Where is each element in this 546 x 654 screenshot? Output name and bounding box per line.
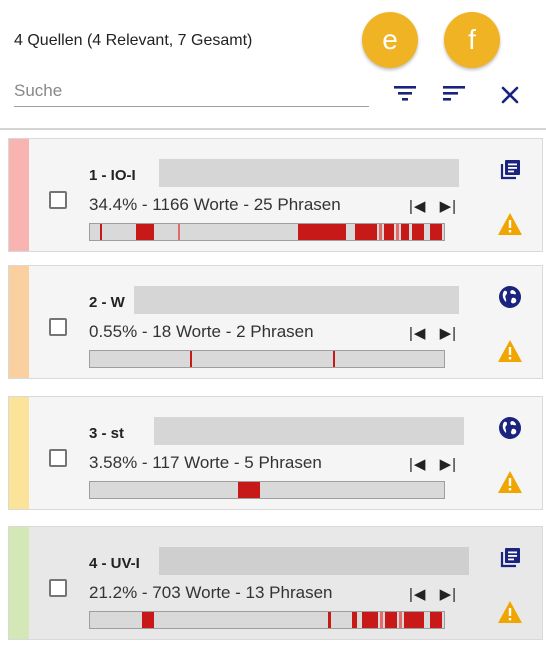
- next-match-button[interactable]: ▶|: [440, 456, 457, 473]
- match-segment: [100, 224, 102, 240]
- source-stats: 3.58% - 117 Worte - 5 Phrasen: [89, 453, 322, 472]
- match-segment: [384, 224, 394, 240]
- source-card-2[interactable]: 2 - W 0.55% - 18 Worte - 2 Phrasen |◀ ▶|: [8, 265, 543, 379]
- filter-icon[interactable]: [392, 80, 418, 106]
- next-match-button[interactable]: ▶|: [440, 198, 457, 215]
- match-segment: [142, 612, 154, 628]
- match-navigation: |◀ ▶|: [409, 585, 457, 603]
- source-card-3[interactable]: 3 - st 3.58% - 117 Worte - 5 Phrasen |◀ …: [8, 396, 543, 510]
- callout-badge-e: e: [362, 12, 418, 68]
- source-card-1[interactable]: 1 - IO-I 34.4% - 1166 Worte - 25 Phrasen…: [8, 138, 543, 252]
- match-distribution-bar[interactable]: [89, 481, 445, 499]
- globe-icon[interactable]: [497, 284, 523, 310]
- match-segment: [401, 224, 409, 240]
- previous-match-button[interactable]: |◀: [409, 325, 426, 342]
- source-checkbox[interactable]: [49, 579, 67, 597]
- match-segment: [238, 482, 260, 498]
- document-stack-icon[interactable]: [497, 157, 523, 183]
- match-segment: [178, 224, 180, 240]
- match-segment: [333, 351, 335, 367]
- match-segment: [328, 612, 331, 628]
- callout-badge-f: f: [444, 12, 500, 68]
- redacted-title: [159, 547, 469, 575]
- source-title: 1 - IO-I: [89, 167, 136, 184]
- match-segment: [399, 612, 402, 628]
- source-title: 3 - st: [89, 425, 125, 442]
- source-checkbox[interactable]: [49, 191, 67, 209]
- source-title: 2 - W: [89, 294, 125, 311]
- source-stats: 21.2% - 703 Worte - 13 Phrasen: [89, 583, 333, 602]
- redacted-title: [159, 159, 459, 187]
- warning-icon[interactable]: [497, 338, 523, 364]
- match-segment: [136, 224, 154, 240]
- match-segment: [430, 224, 442, 240]
- source-checkbox[interactable]: [49, 318, 67, 336]
- previous-match-button[interactable]: |◀: [409, 456, 426, 473]
- source-title: 4 - UV-I: [89, 555, 140, 572]
- sources-summary: 4 Quellen (4 Relevant, 7 Gesamt): [14, 32, 253, 49]
- match-segment: [190, 351, 192, 367]
- relevance-color-bar: [9, 266, 29, 378]
- sort-icon[interactable]: [441, 80, 467, 106]
- sources-panel: 4 Quellen (4 Relevant, 7 Gesamt) e f 1 -…: [0, 0, 546, 654]
- match-segment: [412, 224, 424, 240]
- match-navigation: |◀ ▶|: [409, 455, 457, 473]
- next-match-button[interactable]: ▶|: [440, 586, 457, 603]
- warning-icon[interactable]: [497, 599, 523, 625]
- match-segment: [380, 612, 383, 628]
- previous-match-button[interactable]: |◀: [409, 198, 426, 215]
- match-segment: [385, 612, 397, 628]
- match-segment: [362, 612, 378, 628]
- match-distribution-bar[interactable]: [89, 223, 445, 241]
- close-icon[interactable]: [497, 82, 523, 108]
- redacted-title: [134, 286, 459, 314]
- globe-icon[interactable]: [497, 415, 523, 441]
- match-navigation: |◀ ▶|: [409, 197, 457, 215]
- source-card-4[interactable]: 4 - UV-I 21.2% - 703 Worte - 13 Phrasen …: [8, 526, 543, 640]
- match-segment: [430, 612, 442, 628]
- match-segment: [396, 224, 399, 240]
- source-checkbox[interactable]: [49, 449, 67, 467]
- relevance-color-bar: [9, 397, 29, 509]
- match-segment: [352, 612, 357, 628]
- search-input[interactable]: [14, 76, 369, 107]
- match-distribution-bar[interactable]: [89, 611, 445, 629]
- relevance-color-bar: [9, 139, 29, 251]
- match-segment: [379, 224, 382, 240]
- warning-icon[interactable]: [497, 469, 523, 495]
- match-segment: [404, 612, 424, 628]
- document-stack-icon[interactable]: [497, 545, 523, 571]
- previous-match-button[interactable]: |◀: [409, 586, 426, 603]
- next-match-button[interactable]: ▶|: [440, 325, 457, 342]
- match-navigation: |◀ ▶|: [409, 324, 457, 342]
- header-divider: [0, 128, 546, 130]
- relevance-color-bar: [9, 527, 29, 639]
- source-stats: 34.4% - 1166 Worte - 25 Phrasen: [89, 195, 341, 214]
- redacted-title: [154, 417, 464, 445]
- match-segment: [298, 224, 346, 240]
- match-distribution-bar[interactable]: [89, 350, 445, 368]
- source-stats: 0.55% - 18 Worte - 2 Phrasen: [89, 322, 314, 341]
- warning-icon[interactable]: [497, 211, 523, 237]
- match-segment: [355, 224, 377, 240]
